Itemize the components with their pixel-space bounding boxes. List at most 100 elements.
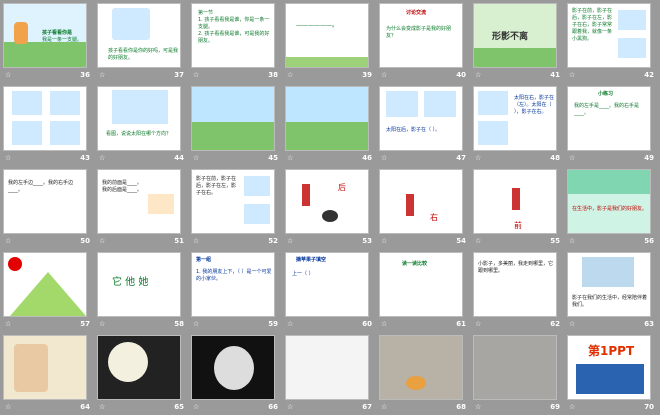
slide-transition-icon: ☆ bbox=[5, 403, 12, 411]
slide-number: 46 bbox=[362, 154, 372, 162]
slide-thumb-68[interactable]: ☆ 68 bbox=[376, 332, 470, 415]
slide-thumb-52[interactable]: 影子在前，影子在后，影子在左，影子在右。 ☆ 52 bbox=[188, 166, 282, 249]
slide-number: 69 bbox=[550, 403, 560, 411]
slide-thumb-70[interactable]: 第1PPT ☆ 70 bbox=[564, 332, 658, 415]
slide-thumb-58[interactable]: 它 他 她 ☆ 58 bbox=[94, 249, 188, 332]
slide-thumb-65[interactable]: ☆ 65 bbox=[94, 332, 188, 415]
slide-text: 我的左手是____。我的右手是____。 bbox=[574, 103, 640, 116]
slide-transition-icon: ☆ bbox=[475, 154, 482, 162]
slide-thumb-56[interactable]: 在生活中，影子是我们的好朋友。 ☆ 56 bbox=[564, 166, 658, 249]
slide-thumb-36[interactable]: 孩子看看你是 我是一条一支腿。 ☆ 36 bbox=[0, 0, 94, 83]
slide-text: 孩子看看你是你的好吗，可是我的好朋友。 bbox=[108, 48, 179, 61]
slide-number: 67 bbox=[362, 403, 372, 411]
slide-thumb-59[interactable]: 第一组 1. 我的朋友上下，（ ）是一个可爱的小家伙。 ☆ 59 bbox=[188, 249, 282, 332]
slide-thumb-37[interactable]: 孩子看看你是你的好吗，可是我的好朋友。 ☆ 37 bbox=[94, 0, 188, 83]
slide-number: 39 bbox=[362, 71, 372, 79]
slide-thumb-57[interactable]: ☆ 57 bbox=[0, 249, 94, 332]
slide-thumb-41[interactable]: 形影不离 ☆ 41 bbox=[470, 0, 564, 83]
slide-text: 后 bbox=[338, 183, 346, 192]
slide-transition-icon: ☆ bbox=[99, 237, 106, 245]
slide-text: 上一（ ） bbox=[292, 271, 314, 277]
slide-number: 48 bbox=[550, 154, 560, 162]
slide-title: 小练习 bbox=[598, 91, 614, 97]
slide-transition-icon: ☆ bbox=[569, 71, 576, 79]
slide-number: 61 bbox=[456, 320, 466, 328]
slide-number: 58 bbox=[174, 320, 184, 328]
slide-thumb-45[interactable]: ☆ 45 bbox=[188, 83, 282, 166]
slide-number: 70 bbox=[644, 403, 654, 411]
slide-number: 45 bbox=[268, 154, 278, 162]
slide-text: 太阳在后，影子在（ ）。 bbox=[386, 127, 441, 133]
slide-thumb-46[interactable]: ☆ 46 bbox=[282, 83, 376, 166]
slide-number: 40 bbox=[456, 71, 466, 79]
slide-number: 47 bbox=[456, 154, 466, 162]
slide-text: 影子在前，影子在后，影子在左，影子在右，影子常常跟着我，就像一条小黑狗。 bbox=[572, 8, 613, 42]
slide-number: 49 bbox=[644, 154, 654, 162]
slide-transition-icon: ☆ bbox=[569, 237, 576, 245]
slide-number: 62 bbox=[550, 320, 560, 328]
slide-title: 读一读比较 bbox=[402, 261, 428, 267]
slide-thumb-38[interactable]: 第一节 1. 孩子看看我是谁，你是一条一支腿。 2. 孩子看看我是谁，可是我的好… bbox=[188, 0, 282, 83]
slide-transition-icon: ☆ bbox=[193, 403, 200, 411]
slide-thumb-61[interactable]: 读一读比较 ☆ 61 bbox=[376, 249, 470, 332]
slide-thumb-55[interactable]: 前 ☆ 55 bbox=[470, 166, 564, 249]
slide-thumb-60[interactable]: 摘苹果子填空 上一（ ） ☆ 60 bbox=[282, 249, 376, 332]
slide-number: 57 bbox=[80, 320, 90, 328]
slide-transition-icon: ☆ bbox=[381, 71, 388, 79]
slide-thumb-39[interactable]: ——————。 ☆ 39 bbox=[282, 0, 376, 83]
slide-text: 它 他 她 bbox=[112, 277, 149, 288]
slide-transition-icon: ☆ bbox=[99, 403, 106, 411]
slide-number: 41 bbox=[550, 71, 560, 79]
slide-text: 我的前面是____。我的后面是____。 bbox=[102, 180, 143, 193]
slide-text: 前 bbox=[514, 221, 522, 230]
slide-text: 影子在我们的生活中，经常陪伴着我们。 bbox=[572, 295, 648, 308]
slide-text: 在生活中，影子是我们的好朋友。 bbox=[572, 206, 648, 212]
slide-transition-icon: ☆ bbox=[287, 237, 294, 245]
slide-transition-icon: ☆ bbox=[287, 403, 294, 411]
slide-thumb-63[interactable]: 影子在我们的生活中，经常陪伴着我们。 ☆ 63 bbox=[564, 249, 658, 332]
slide-text: 右 bbox=[430, 213, 438, 222]
slide-thumb-48[interactable]: 太阳在右，影子在（左）。太阳在（ ），影子在右。 ☆ 48 bbox=[470, 83, 564, 166]
slide-transition-icon: ☆ bbox=[381, 154, 388, 162]
slide-number: 38 bbox=[268, 71, 278, 79]
slide-transition-icon: ☆ bbox=[99, 320, 106, 328]
slide-thumb-54[interactable]: 右 ☆ 54 bbox=[376, 166, 470, 249]
slide-thumb-49[interactable]: 小练习 我的左手是____。我的右手是____。 ☆ 49 bbox=[564, 83, 658, 166]
slide-text: 孩子看看你是 bbox=[42, 30, 73, 36]
slide-transition-icon: ☆ bbox=[475, 71, 482, 79]
slide-text: 小影子，多美丽，我走到哪里，它跟到哪里。 bbox=[478, 261, 554, 274]
slide-thumb-66[interactable]: ☆ 66 bbox=[188, 332, 282, 415]
slide-text: ——————。 bbox=[296, 22, 339, 29]
slide-thumb-51[interactable]: 我的前面是____。我的后面是____。 ☆ 51 bbox=[94, 166, 188, 249]
slide-thumb-69[interactable]: ☆ 69 bbox=[470, 332, 564, 415]
slide-thumb-44[interactable]: 看图，说说太阳在哪个方向？ ☆ 44 bbox=[94, 83, 188, 166]
slide-thumb-40[interactable]: 讨论交流 为什么会变成影子是我的好朋友？ ☆ 40 bbox=[376, 0, 470, 83]
slide-text: 影子在前，影子在后，影子在左，影子在右。 bbox=[196, 176, 237, 196]
slide-number: 51 bbox=[174, 237, 184, 245]
slide-title: 形影不离 bbox=[492, 32, 529, 42]
slide-transition-icon: ☆ bbox=[287, 154, 294, 162]
slide-number: 53 bbox=[362, 237, 372, 245]
slide-thumb-43[interactable]: ☆ 43 bbox=[0, 83, 94, 166]
slide-transition-icon: ☆ bbox=[287, 320, 294, 328]
slide-text: 为什么会变成影子是我的好朋友？ bbox=[386, 26, 452, 39]
slide-number: 56 bbox=[644, 237, 654, 245]
slide-transition-icon: ☆ bbox=[569, 154, 576, 162]
slide-thumb-53[interactable]: 后 ☆ 53 bbox=[282, 166, 376, 249]
slide-title: 第1PPT bbox=[588, 344, 635, 358]
slide-text: 我的左手边____。我的右手边____。 bbox=[8, 180, 74, 193]
slide-transition-icon: ☆ bbox=[5, 71, 12, 79]
slide-thumb-62[interactable]: 小影子，多美丽，我走到哪里，它跟到哪里。 ☆ 62 bbox=[470, 249, 564, 332]
slide-thumb-50[interactable]: 我的左手边____。我的右手边____。 ☆ 50 bbox=[0, 166, 94, 249]
slide-thumb-67[interactable]: ☆ 67 bbox=[282, 332, 376, 415]
slide-transition-icon: ☆ bbox=[569, 320, 576, 328]
slide-transition-icon: ☆ bbox=[193, 320, 200, 328]
slide-text: 看图，说说太阳在哪个方向？ bbox=[106, 131, 172, 137]
slide-number: 68 bbox=[456, 403, 466, 411]
slide-thumb-42[interactable]: 影子在前，影子在后，影子在左，影子在右，影子常常跟着我，就像一条小黑狗。 ☆ 42 bbox=[564, 0, 658, 83]
slide-thumb-64[interactable]: ☆ 64 bbox=[0, 332, 94, 415]
slide-number: 59 bbox=[268, 320, 278, 328]
slide-transition-icon: ☆ bbox=[193, 237, 200, 245]
slide-number: 60 bbox=[362, 320, 372, 328]
slide-thumb-47[interactable]: 太阳在后，影子在（ ）。 ☆ 47 bbox=[376, 83, 470, 166]
